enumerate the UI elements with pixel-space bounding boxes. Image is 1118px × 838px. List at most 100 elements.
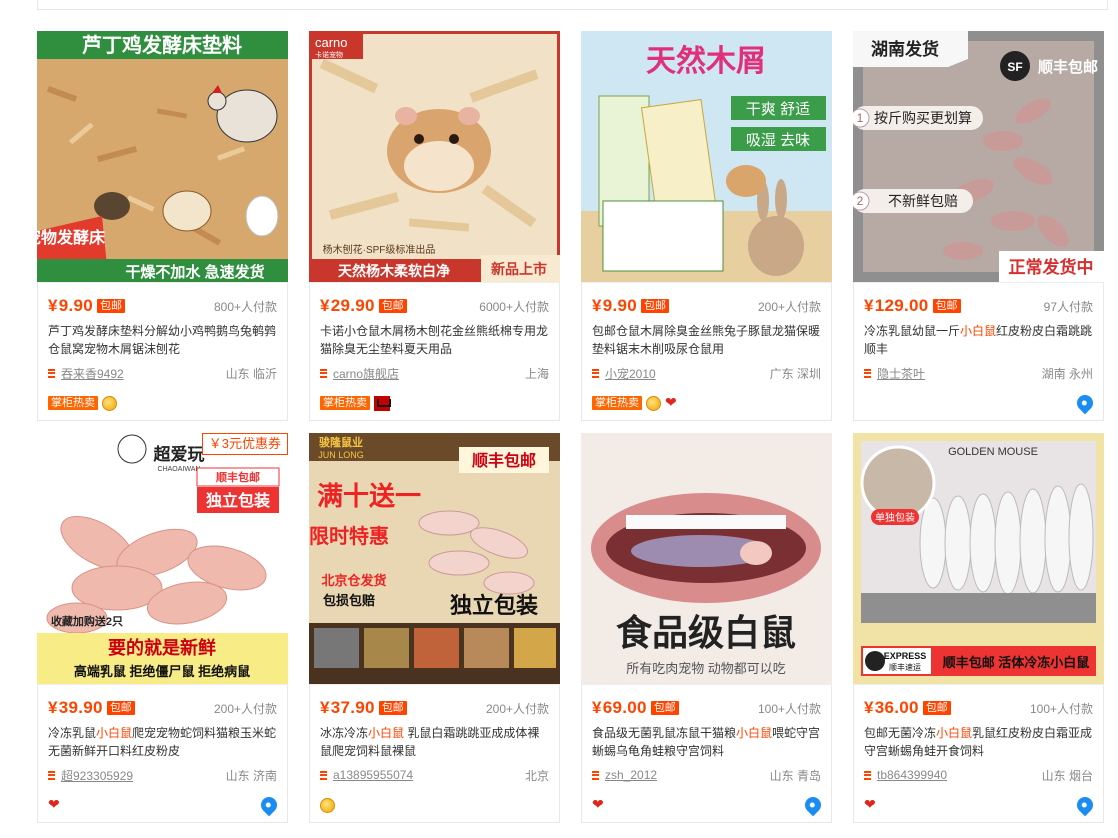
product-image[interactable]: 湖南发货 SF 顺丰包邮 1 按斤购买更划算 2 不新鲜包赔 正常发货中 (853, 31, 1104, 283)
image-footer: 干燥不加水 急速发货 (125, 263, 264, 281)
price: ¥29.90 (320, 296, 375, 315)
free-shipping-badge: 包邮 (650, 701, 679, 715)
product-image[interactable]: carno 卡诺宠物 杨木刨花·SPF级标准出品 天然杨木柔软白净 新品上市 (309, 31, 560, 283)
location: 山东 临沂 (225, 366, 277, 381)
product-card[interactable]: 天然木屑 干爽 舒适 吸湿 去味 ¥9.90 包邮 200+人付款 包邮仓鼠木屑… (581, 31, 832, 421)
image-tag-2: 不新鲜包赔 (888, 193, 958, 209)
shop-name-link[interactable]: 隐士茶叶 (877, 365, 925, 382)
wangwang-chat-icon[interactable] (257, 793, 281, 817)
product-title-link[interactable]: 卡诺小仓鼠木屑杨木刨花金丝熊纸棉专用龙猫除臭无尘垫料夏天用品 (320, 322, 549, 360)
product-image[interactable]: GOLDEN MOUSE 单独包装 EXPRESS 顺丰速运 顺丰包邮 活体冷冻… (853, 433, 1104, 685)
free-shipping-badge: 包邮 (932, 299, 961, 313)
paid-count: 100+人付款 (757, 701, 821, 716)
free-shipping-badge: 包邮 (97, 299, 126, 313)
product-title-link[interactable]: 芦丁鸡发酵床垫料分解幼小鸡鸭鹅鸟兔鹌鹑仓鼠窝宠物木屑锯沫刨花 (48, 322, 277, 360)
image-tag-5: 包损包赔 (323, 593, 375, 608)
free-shipping-badge: 包邮 (641, 299, 670, 313)
shop-icon (320, 770, 327, 780)
product-title-link[interactable]: 包邮仓鼠木屑除臭金丝熊兔子豚鼠龙猫保暖垫料锯末木削吸尿仓鼠用 (592, 322, 821, 360)
svg-text:卡诺宠物: 卡诺宠物 (315, 50, 343, 59)
price: ¥9.90 (48, 296, 94, 315)
shop-name-link[interactable]: 小宠2010 (605, 365, 656, 382)
image-footer-1: 要的就是新鲜 (108, 637, 216, 658)
svg-text:2: 2 (857, 194, 864, 208)
previous-row-bottom-edge (37, 0, 1108, 10)
product-card[interactable]: GOLDEN MOUSE 单独包装 EXPRESS 顺丰速运 顺丰包邮 活体冷冻… (853, 433, 1104, 823)
svg-text:顺丰速运: 顺丰速运 (889, 662, 921, 672)
product-image-art: 食品级白鼠 所有吃肉宠物 动物都可以吃 (581, 433, 832, 684)
brand-logo: carno (315, 35, 348, 50)
location: 北京 (524, 768, 549, 783)
location: 山东 青岛 (769, 768, 821, 783)
image-headline: GOLDEN MOUSE (948, 446, 1038, 458)
image-tag-1: 顺丰包邮 (472, 451, 536, 470)
paid-count: 200+人付款 (757, 299, 821, 314)
image-footer: 顺丰包邮 活体冷冻小白鼠 (943, 655, 1090, 670)
price: ¥37.90 (320, 698, 375, 717)
wangwang-chat-icon[interactable] (1073, 391, 1097, 415)
image-subtitle: 杨木刨花·SPF级标准出品 (323, 243, 436, 256)
image-tag-3: 收藏加购送2只 (51, 614, 123, 628)
product-image-art: GOLDEN MOUSE 单独包装 EXPRESS 顺丰速运 顺丰包邮 活体冷冻… (853, 433, 1104, 684)
product-image[interactable]: 骏隆鼠业 JUN LONG 顺丰包邮 满十送一 限时特惠 北京仓发货 包损包赔 … (309, 433, 560, 685)
product-card[interactable]: 芦丁鸡发酵床垫料 宠物发酵床 干燥不加水 急速发货 ¥9.90 包邮 800+人… (37, 31, 288, 421)
heart-icon[interactable] (48, 796, 64, 813)
product-card[interactable]: carno 卡诺宠物 杨木刨花·SPF级标准出品 天然杨木柔软白净 新品上市 ¥… (309, 31, 560, 421)
image-footer-2: 高端乳鼠 拒绝僵尸鼠 拒绝病鼠 (74, 664, 250, 679)
product-title-link[interactable]: 包邮无菌冷冻小白鼠乳鼠红皮粉皮白霜亚成守宫蜥蜴角蛙开食饲料 (864, 724, 1093, 762)
product-image[interactable]: 食品级白鼠 所有吃肉宠物 动物都可以吃 (581, 433, 832, 685)
location: 广东 深圳 (769, 366, 821, 381)
svg-text:CHAOAIWAN: CHAOAIWAN (158, 466, 201, 473)
shop-name-link[interactable]: zsh_2012 (605, 768, 657, 782)
heart-icon[interactable] (665, 394, 681, 411)
product-card[interactable]: 湖南发货 SF 顺丰包邮 1 按斤购买更划算 2 不新鲜包赔 正常发货中 ¥12… (853, 31, 1104, 421)
image-tag-4: 北京仓发货 (321, 573, 386, 588)
image-headline: 湖南发货 (871, 39, 939, 59)
image-tag-2: 吸湿 去味 (746, 132, 810, 149)
product-image[interactable]: 超爱玩 CHAOAIWAN 顺丰包邮 独立包装 收藏加购送2只 要的就是新鲜 高… (37, 433, 288, 685)
seller-hot-badge[interactable]: 掌柜热卖 (320, 396, 370, 410)
free-shipping-badge: 包邮 (378, 701, 407, 715)
product-image[interactable]: 天然木屑 干爽 舒适 吸湿 去味 (581, 31, 832, 283)
product-card[interactable]: 骏隆鼠业 JUN LONG 顺丰包邮 满十送一 限时特惠 北京仓发货 包损包赔 … (309, 433, 560, 823)
product-image-art: 天然木屑 干爽 舒适 吸湿 去味 (581, 31, 832, 282)
paid-count: 200+人付款 (485, 701, 549, 716)
new-arrival-label: 新品上市 (491, 261, 547, 277)
product-card[interactable]: 食品级白鼠 所有吃肉宠物 动物都可以吃 ¥69.00 包邮 100+人付款 食品… (581, 433, 832, 823)
gold-medal-icon[interactable] (646, 395, 661, 411)
product-title-link[interactable]: 冰冻冷冻小白鼠 乳鼠白霜跳跳亚成成体裸鼠爬宠饲料鼠裸鼠 (320, 724, 549, 762)
image-headline: 食品级白鼠 (616, 612, 796, 653)
image-tag-1: 干爽 舒适 (746, 101, 810, 118)
gold-medal-icon[interactable] (320, 797, 335, 813)
heart-icon[interactable] (592, 796, 608, 813)
product-card[interactable]: 超爱玩 CHAOAIWAN 顺丰包邮 独立包装 收藏加购送2只 要的就是新鲜 高… (37, 433, 288, 823)
coupon-tag[interactable]: ￥3元优惠券 (201, 433, 288, 455)
wangwang-chat-icon[interactable] (801, 793, 825, 817)
heart-icon[interactable] (864, 796, 880, 813)
tmall-icon[interactable] (374, 395, 391, 411)
free-shipping-badge: 包邮 (378, 299, 407, 313)
shop-name-link[interactable]: tb864399940 (877, 768, 947, 782)
gold-medal-icon[interactable] (102, 395, 117, 411)
wangwang-chat-icon[interactable] (1073, 793, 1097, 817)
shop-icon (592, 368, 599, 378)
product-title-link[interactable]: 食品级无菌乳鼠冻鼠干猫粮小白鼠喂蛇守宫蜥蜴乌龟角蛙粮守宫饲料 (592, 724, 821, 762)
product-row: 芦丁鸡发酵床垫料 宠物发酵床 干燥不加水 急速发货 ¥9.90 包邮 800+人… (37, 31, 1107, 421)
product-image[interactable]: 芦丁鸡发酵床垫料 宠物发酵床 干燥不加水 急速发货 (37, 31, 288, 283)
price: ¥39.90 (48, 698, 103, 717)
image-headline: 天然木屑 (646, 44, 766, 78)
shop-name-link[interactable]: 超923305929 (61, 767, 133, 784)
svg-text:JUN LONG: JUN LONG (318, 450, 364, 460)
image-tag-2: 满十送一 (317, 481, 421, 511)
brand-logo: 骏隆鼠业 (319, 435, 363, 449)
sf-label: 顺丰包邮 (1038, 58, 1098, 76)
product-title-link[interactable]: 冷冻乳鼠小白鼠爬宠宠物蛇饲料猫粮玉米蛇无菌新鲜开口料红皮粉皮 (48, 724, 277, 762)
seller-hot-badge[interactable]: 掌柜热卖 (48, 396, 98, 410)
shop-name-link[interactable]: carno旗舰店 (333, 365, 399, 382)
product-title-link[interactable]: 冷冻乳鼠幼鼠一斤小白鼠红皮粉皮白霜跳跳顺丰 (864, 322, 1093, 360)
brand-logo: 超爱玩 (154, 444, 205, 464)
shop-name-link[interactable]: 吞来香9492 (61, 365, 124, 382)
shop-name-link[interactable]: a13895955074 (333, 768, 413, 782)
product-image-art: 芦丁鸡发酵床垫料 宠物发酵床 干燥不加水 急速发货 (37, 31, 288, 282)
seller-hot-badge[interactable]: 掌柜热卖 (592, 396, 642, 410)
